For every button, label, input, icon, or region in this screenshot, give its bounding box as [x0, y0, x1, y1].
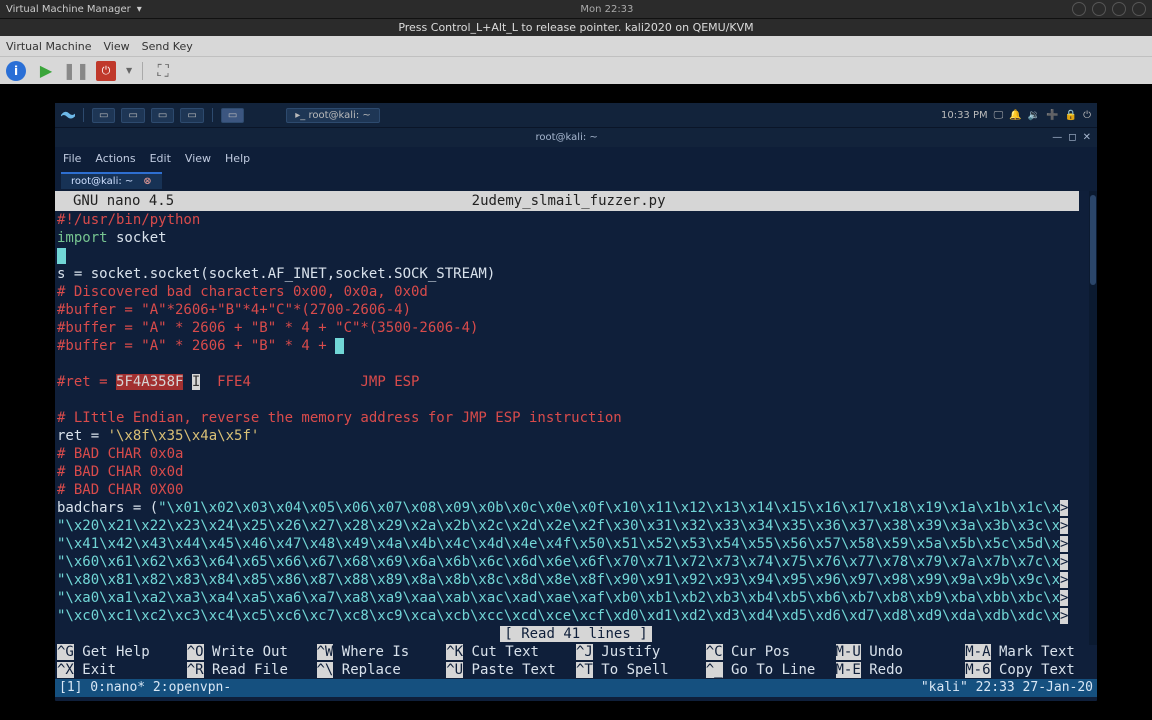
- tmux-left: [1] 0:nano* 2:openvpn-: [59, 679, 231, 697]
- nano-help-key: M-A Mark Text: [965, 643, 1095, 661]
- nano-help-key: ^K Cut Text: [446, 643, 576, 661]
- nano-help-key: M-6 Copy Text: [965, 661, 1095, 679]
- lock-icon[interactable]: 🔒: [1065, 110, 1077, 121]
- bell-icon[interactable]: 🔔: [1009, 110, 1021, 121]
- workspace-button[interactable]: ▭: [180, 108, 203, 123]
- menu-view[interactable]: View: [104, 40, 130, 53]
- nano-help-key: ^_ Go To Line: [706, 661, 836, 679]
- power-icon[interactable]: ⏻: [1083, 110, 1091, 121]
- host-menubar: Virtual Machine View Send Key: [0, 36, 1152, 56]
- host-toolbar: i ▶ ❚❚ ⏻ ▼ ⛶: [0, 56, 1152, 84]
- vm-clock[interactable]: 10:33 PM: [941, 110, 988, 121]
- cursor: [335, 338, 344, 354]
- toolbar-divider: [142, 62, 143, 80]
- nano-help: ^G Get Help^O Write Out^W Where Is^K Cut…: [55, 643, 1097, 679]
- nano-help-key: M-E Redo: [836, 661, 966, 679]
- workspace-button[interactable]: ▭: [121, 108, 144, 123]
- vm-subtitle-bar: Press Control_L+Alt_L to release pointer…: [0, 18, 1152, 36]
- power-icon[interactable]: ⏻: [96, 61, 116, 81]
- terminal-content[interactable]: GNU nano 4.5 2udemy_slmail_fuzzer.py #!/…: [55, 191, 1097, 701]
- volume-icon[interactable]: 🔉: [1028, 110, 1040, 121]
- info-icon[interactable]: i: [6, 61, 26, 81]
- chevron-down-icon[interactable]: ▼: [126, 66, 132, 75]
- tab-label: root@kali: ~: [71, 176, 133, 187]
- terminal-tab[interactable]: root@kali: ~ ⊗: [61, 172, 162, 189]
- tray-icon[interactable]: [1132, 2, 1146, 16]
- maximize-button[interactable]: ◻: [1068, 132, 1076, 143]
- menu-actions[interactable]: Actions: [95, 152, 135, 165]
- plus-icon[interactable]: ➕: [1046, 110, 1058, 121]
- tray-icon[interactable]: [1092, 2, 1106, 16]
- workspace-button[interactable]: ▭: [92, 108, 115, 123]
- nano-help-key: ^W Where Is: [317, 643, 447, 661]
- tray-icon[interactable]: [1112, 2, 1126, 16]
- play-icon[interactable]: ▶: [36, 61, 56, 81]
- tab-close-icon[interactable]: ⊗: [143, 176, 151, 187]
- nano-help-key: ^U Paste Text: [446, 661, 576, 679]
- monitor-icon[interactable]: 🖵: [994, 110, 1004, 121]
- nano-help-key: ^G Get Help: [57, 643, 187, 661]
- nano-help-key: ^R Read File: [187, 661, 317, 679]
- tmux-right: "kali" 22:33 27-Jan-20: [921, 679, 1093, 697]
- terminal-menubar: File Actions Edit View Help: [55, 147, 1097, 169]
- divider: [83, 108, 84, 122]
- taskbar-terminal-button[interactable]: ▸_ root@kali: ~: [286, 108, 379, 123]
- taskbar-window-button[interactable]: ▭: [221, 108, 244, 123]
- menu-file[interactable]: File: [63, 152, 81, 165]
- pause-icon[interactable]: ❚❚: [66, 61, 86, 81]
- divider: [212, 108, 213, 122]
- kali-logo-icon[interactable]: [61, 108, 75, 122]
- menu-virtual-machine[interactable]: Virtual Machine: [6, 40, 92, 53]
- nano-help-key: ^T To Spell: [576, 661, 706, 679]
- fullscreen-icon[interactable]: ⛶: [153, 61, 173, 81]
- nano-help-key: ^X Exit: [57, 661, 187, 679]
- terminal-tabbar: root@kali: ~ ⊗: [55, 169, 1097, 191]
- menu-edit[interactable]: Edit: [150, 152, 171, 165]
- nano-help-key: M-U Undo: [836, 643, 966, 661]
- cursor: [57, 248, 66, 264]
- nano-version: GNU nano 4.5: [61, 192, 174, 210]
- close-button[interactable]: ✕: [1083, 132, 1091, 143]
- nano-filename: 2udemy_slmail_fuzzer.py: [174, 192, 963, 210]
- terminal-titlebar: root@kali: ~ — ◻ ✕: [55, 127, 1097, 147]
- host-clock[interactable]: Mon 22:33: [580, 4, 633, 15]
- nano-help-key: ^O Write Out: [187, 643, 317, 661]
- menu-send-key[interactable]: Send Key: [142, 40, 193, 53]
- taskbar-app-label[interactable]: Virtual Machine Manager: [6, 4, 131, 15]
- nano-help-key: ^C Cur Pos: [706, 643, 836, 661]
- scrollbar[interactable]: [1089, 191, 1097, 645]
- window-title: root@kali: ~: [536, 132, 598, 143]
- menu-view[interactable]: View: [185, 152, 211, 165]
- nano-titlebar: GNU nano 4.5 2udemy_slmail_fuzzer.py: [55, 191, 1079, 211]
- host-canvas: ▭ ▭ ▭ ▭ ▭ ▸_ root@kali: ~ 10:33 PM 🖵 🔔 🔉…: [0, 84, 1152, 720]
- menu-help[interactable]: Help: [225, 152, 250, 165]
- tray-icon[interactable]: [1072, 2, 1086, 16]
- workspace-button[interactable]: ▭: [151, 108, 174, 123]
- host-topbar: Virtual Machine Manager ▾ Mon 22:33: [0, 0, 1152, 18]
- selected-text: 5F4A358F: [116, 374, 183, 390]
- tmux-statusbar: [1] 0:nano* 2:openvpn- "kali" 22:33 27-J…: [55, 679, 1097, 697]
- vm-taskbar: ▭ ▭ ▭ ▭ ▭ ▸_ root@kali: ~ 10:33 PM 🖵 🔔 🔉…: [55, 103, 1097, 127]
- nano-help-key: ^\ Replace: [317, 661, 447, 679]
- minimize-button[interactable]: —: [1052, 132, 1062, 143]
- nano-help-key: ^J Justify: [576, 643, 706, 661]
- nano-buffer[interactable]: #!/usr/bin/python import socket s = sock…: [55, 211, 1097, 625]
- vm-window: ▭ ▭ ▭ ▭ ▭ ▸_ root@kali: ~ 10:33 PM 🖵 🔔 🔉…: [54, 102, 1098, 702]
- nano-status: [ Read 41 lines ]: [55, 625, 1097, 643]
